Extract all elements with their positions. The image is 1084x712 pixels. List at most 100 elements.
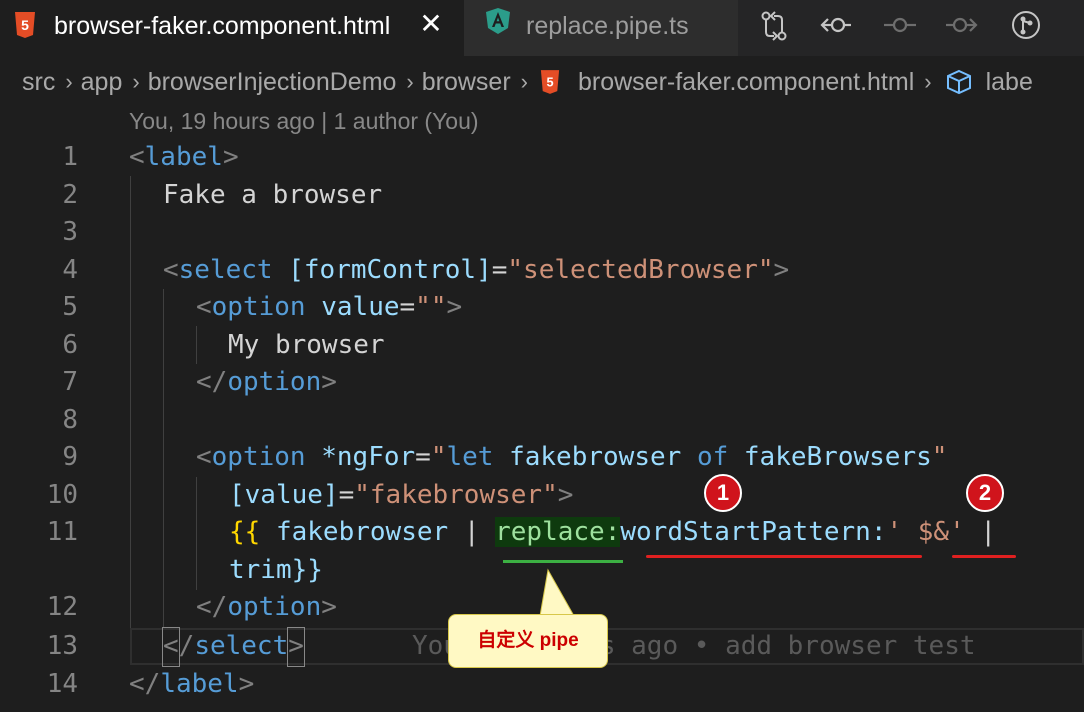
code-line[interactable]: 11 {{ fakebrowser | replace:wordStartPat… [0, 514, 1084, 552]
line-number: 9 [62, 442, 78, 472]
code-line[interactable]: 2 Fake a browser [0, 177, 1084, 215]
code-token: {{ [229, 517, 261, 547]
code-token: > [446, 292, 463, 322]
svg-text:5: 5 [21, 17, 29, 33]
code-line[interactable]: 5 <option value=""> [0, 289, 1084, 327]
breadcrumb-item-label[interactable]: labe [986, 68, 1033, 97]
custom-pipe-callout: 自定义 pipe [448, 614, 608, 668]
code-token: | [980, 517, 997, 547]
breadcrumb-item-app[interactable]: app [81, 68, 123, 97]
code-token: trim}} [229, 554, 323, 585]
chevron-right-icon: › [520, 69, 528, 94]
code-line[interactable]: 1 <label> [0, 139, 1084, 177]
source-control-icon[interactable] [1008, 8, 1044, 44]
marker-badge-2: 2 [966, 474, 1004, 512]
tab-label: replace.pipe.ts [526, 12, 689, 40]
code-token: </ [196, 367, 228, 397]
svg-text:5: 5 [546, 75, 553, 90]
breadcrumb-item-browser[interactable]: browser [422, 68, 511, 97]
line-number: 7 [62, 367, 78, 397]
code-token: = [491, 254, 508, 285]
code-token: ' $&' [886, 517, 965, 547]
bracket-match: > [287, 627, 305, 667]
bracket-match: < [162, 627, 180, 667]
line-number: 10 [46, 479, 78, 510]
go-back-icon[interactable] [818, 8, 854, 44]
tab-replace-pipe[interactable]: replace.pipe.ts [464, 0, 738, 56]
close-icon[interactable]: ✕ [416, 10, 446, 40]
line-number: 2 [62, 179, 78, 210]
line-number: 11 [46, 517, 78, 547]
breadcrumb-item-file[interactable]: browser-faker.component.html [578, 68, 914, 97]
line-number: 1 [62, 142, 78, 172]
code-line[interactable]: 9 <option *ngFor="let fakebrowser of fak… [0, 439, 1084, 477]
pattern-underline [646, 555, 922, 558]
git-compare-icon[interactable] [756, 8, 792, 44]
code-line[interactable]: 7 </option> [0, 364, 1084, 402]
code-token: | [463, 517, 480, 547]
code-token: value [321, 292, 400, 322]
code-token: > [321, 367, 337, 397]
code-token: option [211, 292, 306, 322]
code-token: fakeBrowsers [743, 442, 932, 472]
code-token: label [160, 668, 239, 699]
code-token: option [211, 442, 306, 472]
code-token: option [227, 367, 322, 397]
chevron-right-icon: › [65, 69, 73, 94]
chevron-right-icon: › [924, 69, 932, 94]
code-token: < [163, 254, 179, 285]
replace-underline [503, 560, 623, 563]
code-token: label [144, 142, 223, 172]
code-token: " [430, 442, 447, 472]
html5-icon: 5 [540, 70, 560, 94]
tab-bar: 5 browser-faker.component.html ✕ replace… [0, 0, 1084, 56]
tab-browser-faker-html[interactable]: 5 browser-faker.component.html ✕ [0, 0, 464, 56]
marker-badge-1: 1 [704, 474, 742, 512]
code-line[interactable]: 14 </label> [0, 666, 1084, 704]
line-number: 12 [46, 592, 78, 622]
code-token: / [178, 631, 195, 661]
code-line[interactable]: 10 [value]="fakebrowser"> [0, 477, 1084, 515]
code-token: "selectedBrowser" [507, 254, 774, 285]
code-token: of [696, 442, 729, 472]
code-token: option [227, 592, 322, 622]
line-number: 13 [46, 631, 78, 661]
code-token: [value] [229, 479, 339, 510]
code-token: < [129, 142, 145, 172]
code-token: fakebrowser [275, 517, 449, 547]
code-token: *ngFor [321, 442, 416, 472]
code-token: > [321, 592, 337, 622]
cube-icon [946, 69, 971, 95]
git-commit-icon[interactable] [882, 8, 918, 44]
line-number: 4 [62, 254, 78, 285]
line-number: 6 [62, 329, 78, 360]
code-token: select [178, 254, 273, 285]
tab-label: browser-faker.component.html [54, 12, 391, 40]
code-token: [formControl] [288, 254, 492, 285]
code-token: " [931, 442, 948, 472]
replace-pipe-highlight: replace: [495, 517, 621, 547]
code-token: < [196, 442, 212, 472]
code-token: = [399, 292, 416, 322]
code-token: = [338, 479, 355, 510]
callout-pointer [539, 568, 575, 617]
breadcrumb: src › app › browserInjectionDemo › brows… [0, 62, 1084, 102]
code-line[interactable]: 6 My browser [0, 327, 1084, 365]
line-number: 3 [62, 217, 78, 247]
code-line[interactable]: 3 [0, 214, 1084, 252]
code-line[interactable]: 4 <select [formControl]="selectedBrowser… [0, 252, 1084, 290]
code-line[interactable]: 8 [0, 402, 1084, 440]
code-token: fakebrowser [509, 442, 682, 472]
code-token: > [557, 479, 574, 510]
breadcrumb-item-src[interactable]: src [22, 68, 55, 97]
code-token: > [222, 142, 239, 172]
code-token: let [446, 442, 494, 472]
line-number: 14 [46, 668, 78, 699]
git-blame-codelens[interactable]: You, 19 hours ago | 1 author (You) [129, 108, 479, 135]
breadcrumb-item-browserinjectiondemo[interactable]: browserInjectionDemo [148, 68, 397, 97]
code-token: select [194, 631, 289, 661]
line-number: 5 [62, 292, 78, 322]
html5-icon: 5 [15, 12, 35, 38]
go-forward-icon[interactable] [944, 8, 980, 44]
chevron-right-icon: › [406, 69, 414, 94]
